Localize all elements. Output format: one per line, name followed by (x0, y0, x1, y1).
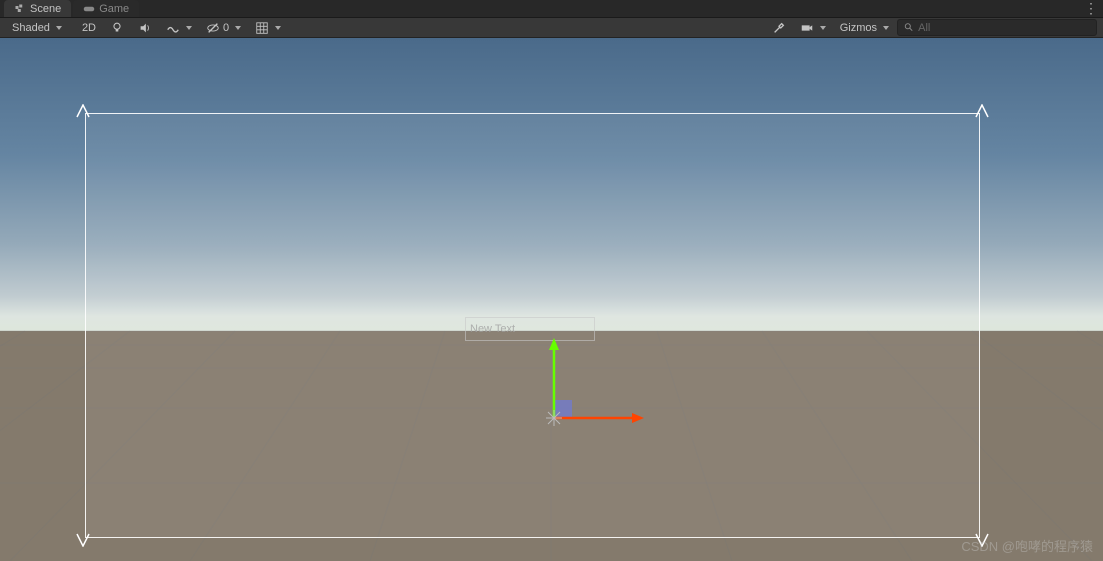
scene-viewport[interactable]: New Text CSDN @咆哮的程序猿 (0, 38, 1103, 561)
tab-scene-label: Scene (30, 3, 61, 15)
camera-icon (800, 21, 814, 35)
scene-icon (14, 3, 26, 15)
rect-handle-tl[interactable] (76, 104, 90, 118)
rect-handle-br[interactable] (975, 533, 989, 547)
scene-toolbar: Shaded 2D 0 Gizmos (0, 18, 1103, 38)
tab-scene[interactable]: Scene (4, 0, 71, 17)
grid-dropdown[interactable] (249, 19, 287, 37)
search-box[interactable] (897, 19, 1097, 36)
grid-icon (255, 21, 269, 35)
eye-off-icon (206, 21, 220, 35)
search-input[interactable] (918, 22, 1090, 34)
hidden-objects-dropdown[interactable]: 0 (200, 19, 247, 37)
2d-toggle-button[interactable]: 2D (76, 19, 102, 37)
canvas-rect-outline[interactable] (85, 113, 980, 538)
gizmos-dropdown[interactable]: Gizmos (834, 19, 895, 37)
tabs-row: Scene Game ⋮ (0, 0, 1103, 18)
camera-dropdown[interactable] (794, 19, 832, 37)
search-icon (904, 22, 914, 33)
2d-toggle-label: 2D (82, 22, 96, 34)
tab-game[interactable]: Game (73, 0, 139, 17)
tab-game-label: Game (99, 3, 129, 15)
rect-handle-tr[interactable] (975, 104, 989, 118)
gizmos-label: Gizmos (840, 22, 877, 34)
panel-menu-icon[interactable]: ⋮ (1084, 0, 1097, 17)
audio-toggle-button[interactable] (132, 19, 158, 37)
rect-handle-bl[interactable] (76, 533, 90, 547)
tools-button[interactable] (766, 19, 792, 37)
shading-mode-label: Shaded (12, 22, 50, 34)
lighting-toggle-button[interactable] (104, 19, 130, 37)
lightbulb-icon (110, 21, 124, 35)
effects-dropdown[interactable] (160, 19, 198, 37)
tools-icon (772, 21, 786, 35)
effects-icon (166, 21, 180, 35)
hidden-count-label: 0 (223, 22, 229, 34)
game-icon (83, 3, 95, 15)
shading-mode-dropdown[interactable]: Shaded (6, 19, 68, 37)
speaker-icon (138, 21, 152, 35)
